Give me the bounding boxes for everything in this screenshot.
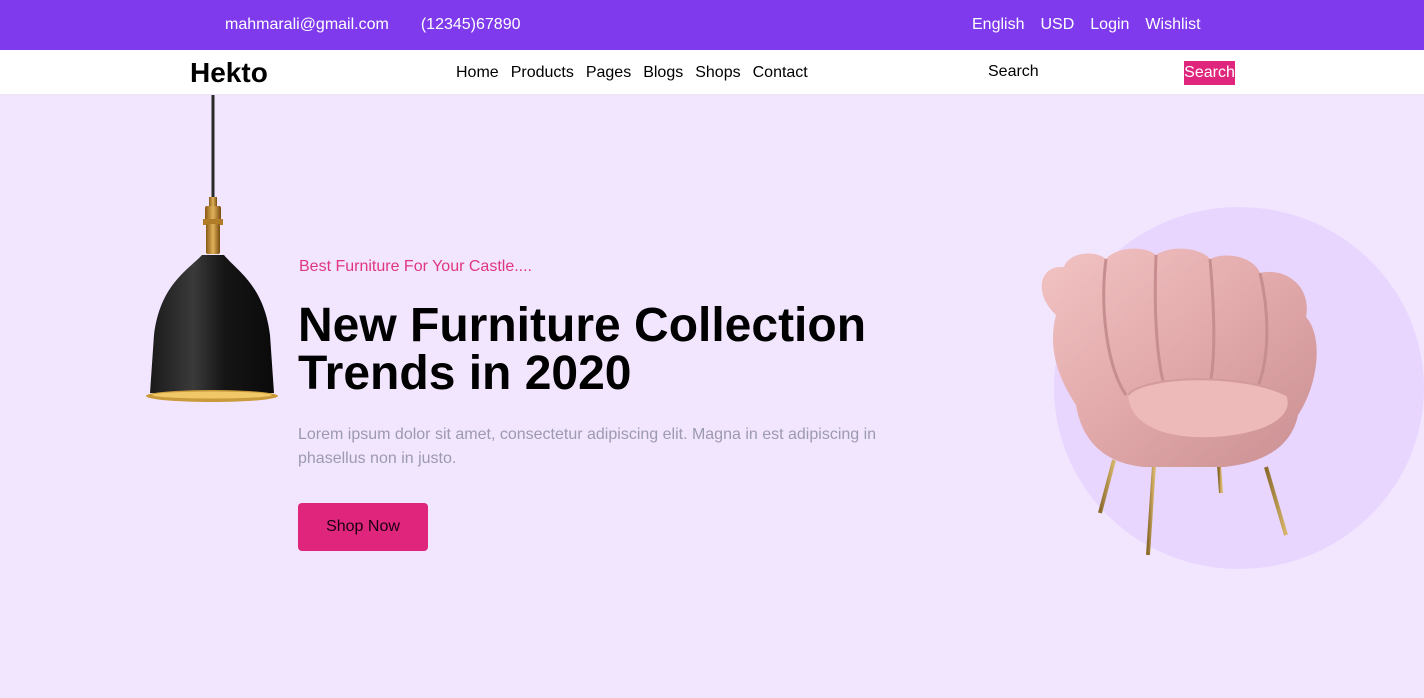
currency-select[interactable]: USD: [1040, 15, 1074, 34]
nav-blogs[interactable]: Blogs: [643, 63, 683, 82]
pendant-lamp-image: [146, 95, 278, 402]
nav-products[interactable]: Products: [511, 63, 574, 82]
login-link[interactable]: Login: [1090, 15, 1129, 34]
top-bar: mahmarali@gmail.com (12345)67890 English…: [0, 0, 1424, 50]
wishlist-link[interactable]: Wishlist: [1145, 15, 1200, 34]
contact-info: mahmarali@gmail.com (12345)67890: [225, 15, 520, 34]
nav-shops[interactable]: Shops: [695, 63, 740, 82]
search-input[interactable]: [988, 61, 1178, 83]
shop-now-button[interactable]: Shop Now: [298, 503, 428, 551]
top-bar-actions: English USD Login Wishlist: [972, 15, 1201, 34]
pink-armchair-image: [1041, 248, 1317, 556]
nav-pages[interactable]: Pages: [586, 63, 631, 82]
hero-title: New Furniture Collection Trends in 2020: [298, 299, 867, 400]
nav-contact[interactable]: Contact: [753, 63, 808, 82]
email-text[interactable]: mahmarali@gmail.com: [225, 15, 389, 34]
hero-description: Lorem ipsum dolor sit amet, consectetur …: [298, 426, 877, 467]
nav-links: Home Products Pages Blogs Shops Contact: [456, 63, 808, 82]
language-select[interactable]: English: [972, 15, 1024, 34]
nav-home[interactable]: Home: [456, 63, 499, 82]
hero-eyebrow: Best Furniture For Your Castle....: [299, 258, 532, 275]
phone-text[interactable]: (12345)67890: [421, 15, 521, 34]
logo[interactable]: Hekto: [190, 57, 268, 89]
search-button[interactable]: Search: [1184, 61, 1235, 85]
